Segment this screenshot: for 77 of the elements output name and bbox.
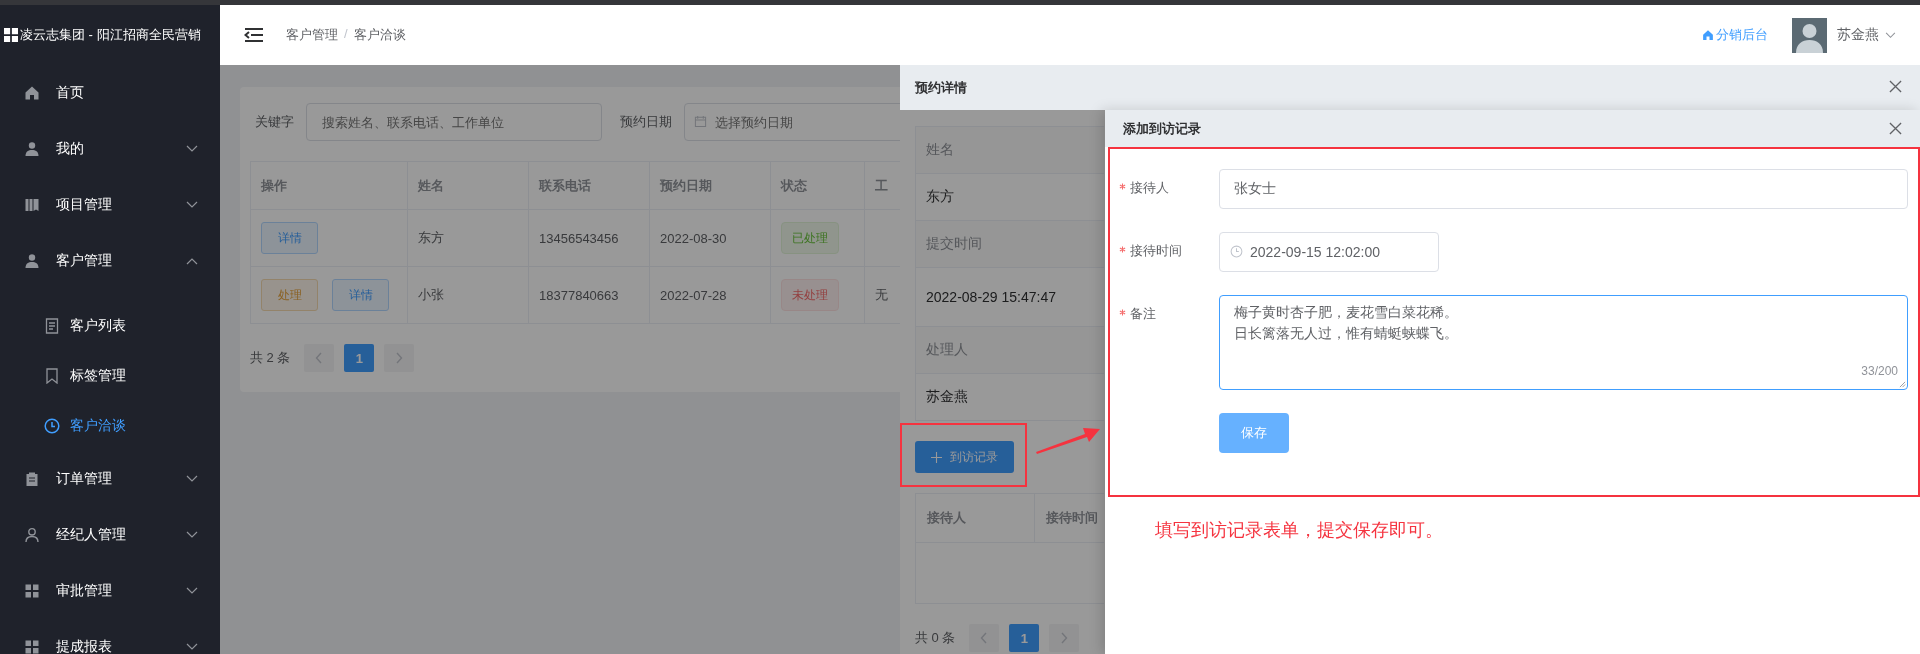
user-name[interactable]: 苏金燕: [1837, 26, 1879, 44]
date-label: 预约日期: [620, 113, 672, 131]
menu-item[interactable]: 项目管理: [0, 177, 220, 233]
datetime-field[interactable]: 2022-09-15 12:02:00: [1219, 232, 1439, 272]
menu-item[interactable]: 我的: [0, 121, 220, 177]
menu-item[interactable]: 客户管理: [0, 233, 220, 289]
breadcrumb-item[interactable]: 客户管理: [286, 26, 338, 44]
annotation-text: 填写到访记录表单，提交保存即可。: [1154, 519, 1444, 542]
previous-page-button[interactable]: [969, 624, 1000, 652]
menu-item[interactable]: 提成报表: [0, 619, 220, 654]
drawer-title: 添加到访记录: [1123, 119, 1201, 138]
form-label: 接待人: [1130, 179, 1169, 197]
menu-item[interactable]: 订单管理: [0, 451, 220, 507]
breadcrumb-separator: /: [344, 26, 348, 43]
menu-icon[interactable]: [244, 27, 264, 43]
breadcrumb-item[interactable]: 客户洽谈: [353, 26, 406, 44]
table-cell: 小张: [407, 266, 529, 324]
form-label: 接待时间: [1130, 242, 1182, 260]
chevron-left-icon: [315, 352, 324, 364]
user-icon: [24, 527, 40, 543]
user-icon: [24, 141, 40, 157]
clock-icon: [44, 418, 60, 434]
field-value: 苏金燕: [925, 387, 969, 406]
plus-icon: [931, 451, 942, 463]
avatar-icon[interactable]: [1792, 17, 1827, 53]
home-icon[interactable]: [1702, 29, 1714, 41]
table-cell: 13456543456: [528, 209, 650, 267]
clipboard-icon: [24, 471, 40, 487]
column-header: 接待人: [916, 494, 1035, 542]
table-cell: 18377840663: [528, 266, 650, 324]
form-label: 备注: [1130, 305, 1156, 323]
table-cell: 2022-08-30: [649, 209, 771, 267]
app-title: 凌云志集团 - 阳江招商全民营销: [20, 26, 201, 44]
home-icon: [24, 85, 40, 101]
books-icon: [24, 197, 40, 213]
close-icon[interactable]: [1889, 122, 1902, 135]
column-header: 预约日期: [649, 161, 771, 210]
keyword-label: 关键字: [255, 113, 294, 131]
status-tag: 已处理: [781, 222, 839, 254]
keyword-search-field[interactable]: 搜索姓名、联系电话、工作单位: [306, 103, 602, 141]
chevron-right-icon: [395, 352, 404, 364]
column-header: 姓名: [407, 161, 529, 210]
menu-item[interactable]: 审批管理: [0, 563, 220, 619]
chevron-down-icon[interactable]: [1885, 31, 1896, 39]
grid-logo-icon: [4, 28, 18, 42]
resize-grip-icon[interactable]: [1899, 381, 1906, 388]
submenu-item[interactable]: 客户列表: [0, 301, 220, 351]
column-header: 状态: [770, 161, 865, 210]
next-page-button[interactable]: [384, 344, 415, 372]
total-count: 共 2 条: [250, 349, 291, 367]
pointer-arrow: [1035, 425, 1101, 455]
menu-item[interactable]: 经纪人管理: [0, 507, 220, 563]
clock-icon: [1230, 245, 1243, 258]
submenu-item[interactable]: 标签管理: [0, 351, 220, 401]
previous-page-button[interactable]: [304, 344, 335, 372]
grid-icon: [24, 639, 40, 654]
menu-item[interactable]: 首页: [0, 65, 220, 121]
chevron-right-icon: [1060, 632, 1069, 644]
bookmark-icon: [44, 368, 60, 384]
drawer-title: 预约详情: [915, 78, 967, 97]
user-icon: [24, 253, 40, 269]
character-count: 33/200: [1861, 364, 1898, 378]
column-header: 操作: [250, 161, 408, 210]
table-cell: 2022-07-28: [649, 266, 771, 324]
close-icon[interactable]: [1889, 80, 1902, 93]
table-cell: 东方: [407, 209, 529, 267]
document-icon: [44, 318, 60, 334]
status-tag: 未处理: [781, 279, 839, 311]
chevron-left-icon: [980, 632, 989, 644]
total-count: 共 0 条: [915, 629, 956, 647]
calendar-icon: [694, 115, 707, 128]
column-header: 接待时间: [1045, 509, 1098, 527]
column-header: 联系电话: [528, 161, 650, 210]
submenu-item[interactable]: 客户洽谈: [0, 401, 220, 451]
receptionist-field[interactable]: 张女士: [1219, 169, 1908, 209]
next-page-button[interactable]: [1049, 624, 1080, 652]
grid-icon: [24, 583, 40, 599]
